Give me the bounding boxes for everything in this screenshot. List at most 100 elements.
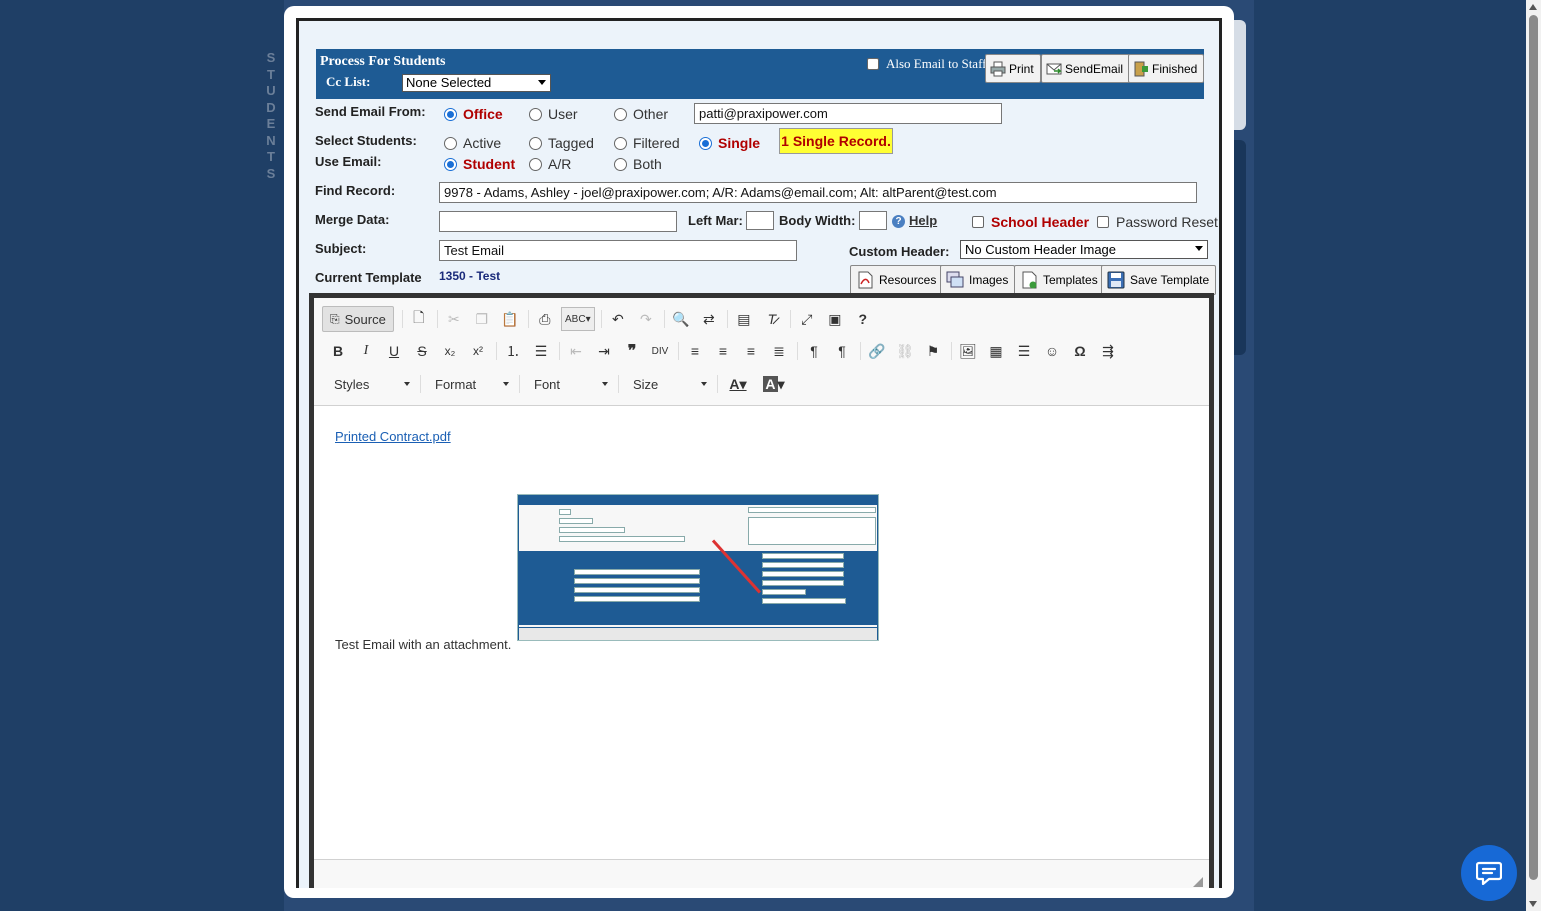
indent-icon[interactable]: ⇥ <box>592 339 616 363</box>
also-email-staff-checkbox[interactable]: Also Email to Staff <box>867 56 987 72</box>
styles-dropdown[interactable]: Styles <box>324 372 418 396</box>
body-width-input[interactable] <box>859 211 887 230</box>
div-container-icon[interactable]: DIV <box>648 339 672 363</box>
text-color-icon[interactable]: A▾ <box>722 372 754 396</box>
editor-content-area[interactable]: Printed Contract.pdf Test Email with an … <box>314 406 1209 859</box>
special-char-icon[interactable]: Ω <box>1068 339 1092 363</box>
select-tagged-radio[interactable]: Tagged <box>529 135 594 151</box>
left-margin-input[interactable] <box>746 211 774 230</box>
password-reset-checkbox[interactable]: Password Reset <box>1097 214 1218 230</box>
screenshot-field <box>559 527 625 533</box>
images-button[interactable]: Images <box>940 265 1016 295</box>
show-blocks-icon[interactable]: ▣ <box>823 307 847 331</box>
print-icon[interactable]: ⎙ <box>533 307 557 331</box>
table-icon[interactable]: ▦ <box>984 339 1008 363</box>
print-button[interactable]: Print <box>985 54 1041 83</box>
ltr-icon[interactable]: ¶ <box>802 339 826 363</box>
resources-button[interactable]: Resources <box>850 265 944 295</box>
find-record-label: Find Record: <box>315 183 396 198</box>
select-active-radio[interactable]: Active <box>444 135 501 151</box>
help-link[interactable]: Help <box>909 213 937 228</box>
unlink-icon[interactable]: ⛓ <box>893 339 917 363</box>
format-dropdown[interactable]: Format <box>425 372 517 396</box>
save-template-button[interactable]: Save Template <box>1101 265 1217 295</box>
embedded-screenshot-image[interactable] <box>517 494 879 641</box>
page-scrollbar[interactable] <box>1526 0 1541 911</box>
help-icon[interactable]: ? <box>892 215 905 228</box>
underline-icon[interactable]: U <box>382 339 406 363</box>
about-icon[interactable]: ? <box>851 307 875 331</box>
superscript-icon[interactable]: x² <box>466 339 490 363</box>
find-icon[interactable]: 🔍 <box>669 307 693 331</box>
attachment-link[interactable]: Printed Contract.pdf <box>335 429 451 444</box>
resize-grip-icon[interactable] <box>1193 877 1203 887</box>
templates-button[interactable]: Templates <box>1014 265 1105 295</box>
italic-icon[interactable]: I <box>354 339 378 363</box>
merge-data-input[interactable] <box>439 211 677 232</box>
cc-list-select[interactable]: None Selected <box>402 74 551 92</box>
justify-icon[interactable]: ≣ <box>767 339 791 363</box>
chevron-down-icon <box>538 80 546 85</box>
subject-input[interactable]: Test Email <box>439 240 797 261</box>
bold-icon[interactable]: B <box>326 339 350 363</box>
outdent-icon[interactable]: ⇤ <box>564 339 588 363</box>
radio-icon <box>529 136 542 150</box>
finished-button[interactable]: Finished <box>1128 54 1205 83</box>
scroll-down-icon[interactable] <box>1529 901 1537 907</box>
chat-support-button[interactable] <box>1461 845 1517 901</box>
subscript-icon[interactable]: x₂ <box>438 339 462 363</box>
cut-icon[interactable]: ✂ <box>442 307 466 331</box>
link-icon[interactable]: 🔗 <box>865 339 889 363</box>
undo-icon[interactable]: ↶ <box>606 307 630 331</box>
toolbar-separator <box>797 342 798 360</box>
align-center-icon[interactable]: ≡ <box>711 339 735 363</box>
background-color-icon[interactable]: A ▾ <box>758 372 790 396</box>
scroll-up-icon[interactable] <box>1529 4 1537 10</box>
horizontal-line-icon[interactable]: ☰ <box>1012 339 1036 363</box>
spellcheck-icon[interactable]: ABC▾ <box>560 307 595 331</box>
font-dropdown[interactable]: Font <box>524 372 616 396</box>
blockquote-icon[interactable]: ❞ <box>620 339 644 363</box>
select-all-icon[interactable]: ▤ <box>732 307 756 331</box>
image-icon[interactable]: 🖼 <box>956 339 980 363</box>
custom-header-select[interactable]: No Custom Header Image <box>960 240 1208 259</box>
source-button[interactable]: ⎘ Source <box>322 306 394 332</box>
find-record-input[interactable]: 9978 - Adams, Ashley - joel@praxipower.c… <box>439 182 1197 203</box>
maximize-icon[interactable]: ⤢ <box>795 307 819 331</box>
page-break-icon[interactable]: ⇶ <box>1096 339 1120 363</box>
redo-icon[interactable]: ↷ <box>634 307 658 331</box>
align-left-icon[interactable]: ≡ <box>683 339 707 363</box>
smiley-icon[interactable]: ☺ <box>1040 339 1064 363</box>
new-page-icon[interactable]: 🗋 <box>407 307 431 331</box>
use-email-both-radio[interactable]: Both <box>614 156 662 172</box>
school-header-checkbox[interactable]: School Header <box>972 214 1089 230</box>
use-email-student-radio[interactable]: Student <box>444 156 515 172</box>
send-email-button[interactable]: SendEmail <box>1041 54 1131 83</box>
numbered-list-icon[interactable]: ⒈ <box>501 339 525 363</box>
use-email-ar-radio[interactable]: A/R <box>529 156 571 172</box>
size-dropdown[interactable]: Size <box>623 372 715 396</box>
paste-icon[interactable]: 📋 <box>498 307 522 331</box>
send-from-other-radio[interactable]: Other <box>614 106 668 122</box>
replace-icon[interactable]: ⇄ <box>697 307 721 331</box>
bulleted-list-icon[interactable]: ☰ <box>529 339 553 363</box>
send-from-email-input[interactable]: patti@praxipower.com <box>694 103 1002 124</box>
radio-selected-icon <box>444 157 457 171</box>
align-right-icon[interactable]: ≡ <box>739 339 763 363</box>
radio-label: Other <box>633 106 669 122</box>
radio-label: A/R <box>548 156 572 172</box>
select-filtered-radio[interactable]: Filtered <box>614 135 680 151</box>
radio-label: Single <box>718 135 761 151</box>
scroll-thumb[interactable] <box>1529 15 1538 880</box>
exit-door-icon <box>1134 61 1148 76</box>
anchor-flag-icon[interactable]: ⚑ <box>921 339 945 363</box>
send-from-office-radio[interactable]: Office <box>444 106 503 122</box>
source-label: Source <box>344 311 386 327</box>
strikethrough-icon[interactable]: S <box>410 339 434 363</box>
send-from-user-radio[interactable]: User <box>529 106 578 122</box>
copy-icon[interactable]: ❐ <box>470 307 494 331</box>
select-single-radio[interactable]: Single <box>699 135 760 151</box>
students-vertical-label: STUDENTS <box>266 50 276 181</box>
rtl-icon[interactable]: ¶ <box>830 339 854 363</box>
remove-format-icon[interactable]: T̷ <box>760 307 784 331</box>
